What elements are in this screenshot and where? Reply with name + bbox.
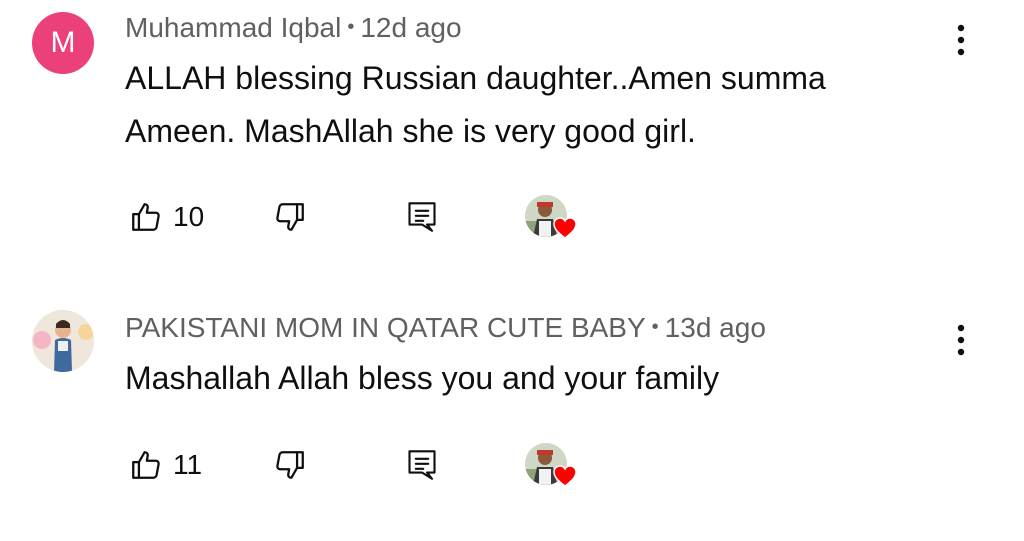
creator-heart[interactable] (525, 195, 585, 245)
comment-author[interactable]: PAKISTANI MOM IN QATAR CUTE BABY (125, 312, 646, 343)
dislike-button[interactable] (273, 195, 307, 239)
thumbs-up-icon (132, 451, 160, 479)
comment-time: 12d ago (360, 12, 462, 43)
comment-time: 13d ago (664, 312, 766, 343)
comment-text-line: Mashallah Allah bless you and your famil… (125, 360, 720, 396)
thumbs-up-icon (132, 203, 160, 231)
dislike-button[interactable] (273, 443, 307, 487)
heart-icon (553, 465, 577, 487)
meta-separator: • (651, 316, 659, 338)
thumbs-down-icon (276, 203, 304, 231)
comment-text: Mashallah Allah bless you and your famil… (125, 352, 955, 405)
avatar[interactable] (32, 310, 94, 372)
avatar[interactable]: M (32, 12, 94, 74)
heart-icon (553, 217, 577, 239)
reply-button[interactable] (407, 443, 437, 487)
comment-text-line: ALLAH blessing Russian daughter..Amen su… (125, 60, 826, 96)
like-button[interactable]: 10 (129, 195, 204, 239)
comment: PAKISTANI MOM IN QATAR CUTE BABY • 13d ago… (0, 300, 1024, 541)
more-vertical-icon (957, 324, 965, 356)
reply-icon (408, 450, 436, 480)
reply-button[interactable] (407, 195, 437, 239)
reply-icon (408, 202, 436, 232)
more-vertical-icon (957, 24, 965, 56)
comment: M Muhammad Iqbal • 12d ago ALLAH blessing … (0, 0, 1024, 280)
like-button[interactable]: 11 (129, 443, 202, 487)
avatar-photo (32, 310, 94, 372)
comment-meta: Muhammad Iqbal • 12d ago (125, 12, 462, 44)
creator-heart[interactable] (525, 443, 585, 493)
avatar-letter: M (50, 26, 76, 59)
comment-author[interactable]: Muhammad Iqbal (125, 12, 341, 43)
like-count: 10 (173, 201, 205, 232)
comment-text: ALLAH blessing Russian daughter..Amen su… (125, 52, 955, 158)
like-count: 11 (173, 449, 203, 480)
comment-meta: PAKISTANI MOM IN QATAR CUTE BABY • 13d ago (125, 312, 766, 344)
thumbs-down-icon (276, 451, 304, 479)
meta-separator: • (347, 16, 355, 38)
comment-text-line: Ameen. MashAllah she is very good girl. (125, 113, 696, 149)
